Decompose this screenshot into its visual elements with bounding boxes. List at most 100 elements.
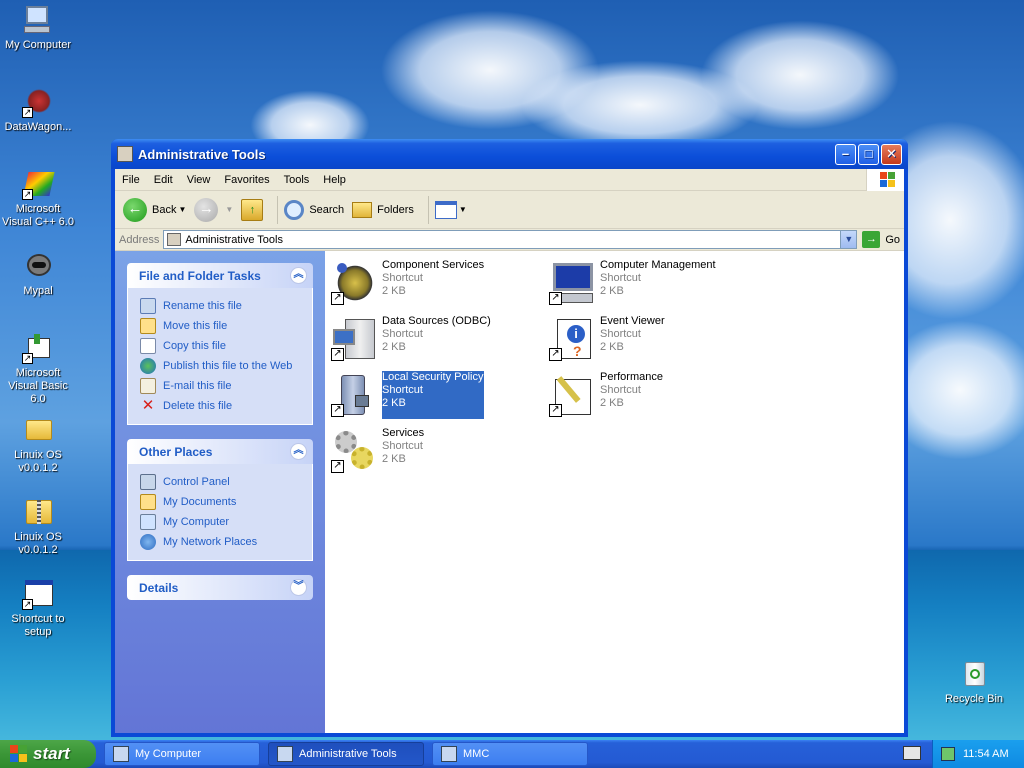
services-icon: ↗ [329, 427, 377, 475]
search-label: Search [309, 203, 345, 216]
desktop-icon-label: Linuix OS v0.0.1.2 [14, 531, 62, 556]
task-email-file[interactable]: E-mail this file [140, 376, 312, 396]
system-tray: 11:54 AM [932, 740, 1024, 768]
my-computer-icon [113, 746, 129, 762]
network-places-icon [140, 534, 156, 550]
views-button[interactable]: ▼ [434, 200, 467, 219]
file-type: Shortcut [382, 328, 423, 340]
menu-file[interactable]: File [115, 174, 147, 186]
start-button[interactable]: start [0, 740, 96, 768]
close-button[interactable]: ✕ [881, 143, 902, 165]
my-documents-icon [140, 494, 156, 510]
email-icon [140, 378, 156, 394]
my-computer-icon [140, 514, 156, 530]
setup-shortcut-icon: ↗ [22, 578, 54, 610]
menu-edit[interactable]: Edit [147, 174, 180, 186]
task-move-file[interactable]: Move this file [140, 316, 312, 336]
desktop-icon-linuix-zip[interactable]: Linuix OS v0.0.1.2 [0, 496, 76, 557]
file-component-services[interactable]: ↗ Component Services Shortcut 2 KB [329, 259, 484, 307]
desktop-icon-label: My Computer [4, 39, 72, 51]
file-folder-tasks-header[interactable]: File and Folder Tasks ︽ [127, 263, 313, 288]
task-copy-file[interactable]: Copy this file [140, 336, 312, 356]
up-folder-button[interactable]: ↑ [241, 198, 264, 221]
file-name: Performance [600, 371, 663, 383]
search-button[interactable]: Search [284, 199, 345, 220]
toolbar-separator [427, 195, 429, 224]
admin-tools-icon [277, 746, 293, 762]
taskbar-button-my-computer[interactable]: My Computer [104, 742, 260, 766]
collapse-chevron-icon[interactable]: ︽ [290, 267, 307, 284]
network-tray-icon[interactable] [941, 747, 955, 761]
desktop-icon-label: Microsoft Visual C++ 6.0 [2, 203, 74, 228]
file-type: Shortcut [382, 384, 423, 396]
folders-label: Folders [377, 203, 414, 216]
address-dropdown-icon[interactable]: ▼ [840, 231, 857, 248]
expand-chevron-icon[interactable]: ︾ [290, 579, 307, 596]
forward-arrow-icon: → [194, 197, 219, 222]
desktop-icon-datawagon[interactable]: ↗ DataWagon... [0, 86, 76, 134]
title-bar[interactable]: Administrative Tools – □ ✕ [111, 139, 908, 169]
visual-basic-icon: ↗ [22, 332, 54, 364]
folders-button[interactable]: Folders [352, 201, 414, 218]
file-size: 2 KB [600, 341, 624, 353]
content-area: File and Folder Tasks ︽ Rename this file… [115, 251, 904, 733]
details-panel: Details ︾ [127, 575, 313, 600]
collapse-chevron-icon[interactable]: ︽ [290, 443, 307, 460]
desktop-icon-visual-basic[interactable]: ↗ Microsoft Visual Basic 6.0 [0, 332, 76, 406]
desktop-icon-recycle-bin[interactable]: Recycle Bin [936, 658, 1012, 706]
desktop-icon-linuix-folder[interactable]: Linuix OS v0.0.1.2 [0, 414, 76, 475]
panel-title: Other Places [139, 444, 213, 459]
windows-logo-icon [866, 169, 904, 191]
file-computer-management[interactable]: ↗ Computer Management Shortcut 2 KB [547, 259, 716, 307]
menu-view[interactable]: View [180, 174, 218, 186]
task-label: Copy this file [163, 340, 226, 352]
file-data-sources-odbc[interactable]: ↗ Data Sources (ODBC) Shortcut 2 KB [329, 315, 491, 363]
file-name: Computer Management [600, 259, 716, 271]
address-value: Administrative Tools [185, 233, 283, 246]
place-control-panel[interactable]: Control Panel [140, 472, 312, 492]
data-sources-icon: ↗ [329, 315, 377, 363]
back-button[interactable]: ← Back ▼ [123, 197, 186, 222]
forward-button[interactable]: → ▼ [194, 197, 233, 222]
other-places-header[interactable]: Other Places ︽ [127, 439, 313, 464]
component-services-icon: ↗ [329, 259, 377, 307]
place-my-documents[interactable]: My Documents [140, 492, 312, 512]
desktop-icon-visual-cpp[interactable]: ↗ Microsoft Visual C++ 6.0 [0, 168, 76, 229]
control-panel-icon [140, 474, 156, 490]
go-button[interactable]: → Go [862, 231, 900, 248]
place-my-network-places[interactable]: My Network Places [140, 532, 312, 552]
copy-icon [140, 338, 156, 354]
rename-icon [140, 298, 156, 314]
views-icon [434, 200, 457, 219]
desktop-icon-my-computer[interactable]: My Computer [0, 4, 76, 52]
back-dropdown-icon[interactable]: ▼ [178, 205, 186, 214]
menu-help[interactable]: Help [316, 174, 353, 186]
file-size: 2 KB [600, 285, 624, 297]
menu-tools[interactable]: Tools [277, 174, 317, 186]
task-publish-web[interactable]: Publish this file to the Web [140, 356, 312, 376]
file-list: ↗ Component Services Shortcut 2 KB ↗ Compu… [325, 251, 904, 733]
file-services[interactable]: ↗ Services Shortcut 2 KB [329, 427, 424, 475]
task-delete-file[interactable]: ✕ Delete this file [140, 396, 312, 416]
clock[interactable]: 11:54 AM [963, 748, 1009, 760]
keyboard-icon[interactable] [903, 746, 921, 760]
taskbar-button-mmc[interactable]: MMC [432, 742, 588, 766]
task-rename-file[interactable]: Rename this file [140, 296, 312, 316]
taskbar-button-label: MMC [463, 748, 490, 760]
windows-flag-icon [10, 745, 28, 763]
file-performance[interactable]: ↗ Performance Shortcut 2 KB [547, 371, 663, 419]
desktop-icon-mypal[interactable]: Mypal [0, 250, 76, 298]
address-input[interactable]: Administrative Tools ▼ [163, 230, 858, 249]
place-my-computer[interactable]: My Computer [140, 512, 312, 532]
forward-dropdown-icon[interactable]: ▼ [225, 205, 233, 214]
cloud [700, 20, 900, 130]
taskbar-button-administrative-tools[interactable]: Administrative Tools [268, 742, 424, 766]
maximize-button[interactable]: □ [858, 143, 879, 165]
file-local-security-policy[interactable]: ↗ Local Security Policy Shortcut 2 KB [329, 371, 484, 419]
desktop-icon-setup[interactable]: ↗ Shortcut to setup [0, 578, 76, 639]
menu-favorites[interactable]: Favorites [217, 174, 276, 186]
minimize-button[interactable]: – [835, 143, 856, 165]
details-header[interactable]: Details ︾ [127, 575, 313, 600]
file-event-viewer[interactable]: i ? ↗ Event Viewer Shortcut 2 KB [547, 315, 665, 363]
taskbar: start My Computer Administrative Tools M… [0, 740, 1024, 768]
